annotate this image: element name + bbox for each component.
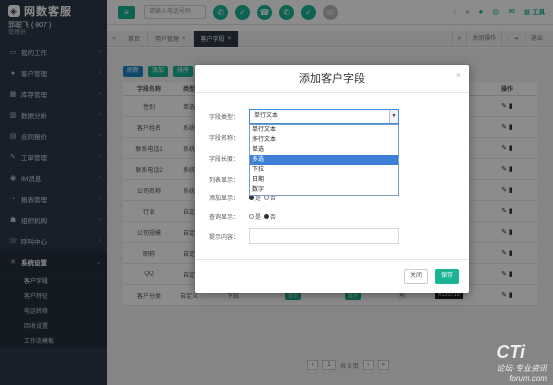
radio-checked-icon [264, 213, 270, 219]
save-button[interactable]: 保存 [435, 269, 459, 284]
dialog-footer: 关闭 保存 [195, 259, 469, 293]
hint-input[interactable] [249, 228, 399, 244]
field-name-row: 字段名称： [209, 129, 249, 145]
field-type-label: 字段类型： [209, 114, 240, 121]
radio-unchecked-icon [249, 213, 254, 219]
field-length-label: 字段长度： [209, 156, 240, 163]
query-display-yes-radio[interactable]: 是 [249, 212, 261, 221]
add-field-dialog: 添加客户字段 × 字段类型： 单行文本 ▼ 字段名称： 字段长度： 列表显示： … [195, 65, 469, 293]
dropdown-option[interactable]: 下拉 [250, 165, 398, 175]
dropdown-option[interactable]: 单选 [250, 145, 398, 155]
hint-row: 提示内容： [209, 228, 399, 244]
close-button[interactable]: 关闭 [404, 269, 428, 284]
close-icon[interactable]: × [456, 70, 461, 80]
list-display-label: 列表显示： [209, 177, 240, 184]
watermark-logo: CTi 论坛·专业资讯 forum.com [496, 342, 547, 383]
dropdown-option[interactable]: 日期 [250, 175, 398, 185]
field-type-row: 字段类型： 单行文本 ▼ [209, 108, 399, 124]
dropdown-option[interactable]: 单行文本 [250, 125, 398, 135]
query-display-row: 查询显示： 是 否 [209, 208, 279, 224]
field-length-row: 字段长度： [209, 150, 249, 166]
field-type-dropdown: 单行文本 多行文本 单选 多选 下拉 日期 数字 [249, 124, 399, 196]
dropdown-option[interactable]: 多行文本 [250, 135, 398, 145]
query-display-no-radio[interactable]: 否 [264, 212, 276, 221]
dialog-title: 添加客户字段 [195, 65, 469, 93]
query-display-label: 查询显示： [209, 214, 240, 221]
chevron-down-icon[interactable]: ▼ [389, 109, 398, 123]
dropdown-option-highlighted[interactable]: 多选 [250, 155, 398, 165]
hint-label: 提示内容： [209, 234, 240, 241]
add-display-label: 添加显示： [209, 195, 240, 202]
list-display-row: 列表显示： [209, 171, 249, 187]
dropdown-option[interactable]: 数字 [250, 185, 398, 195]
field-name-label: 字段名称： [209, 135, 240, 142]
field-type-select[interactable]: 单行文本 ▼ [249, 108, 399, 124]
